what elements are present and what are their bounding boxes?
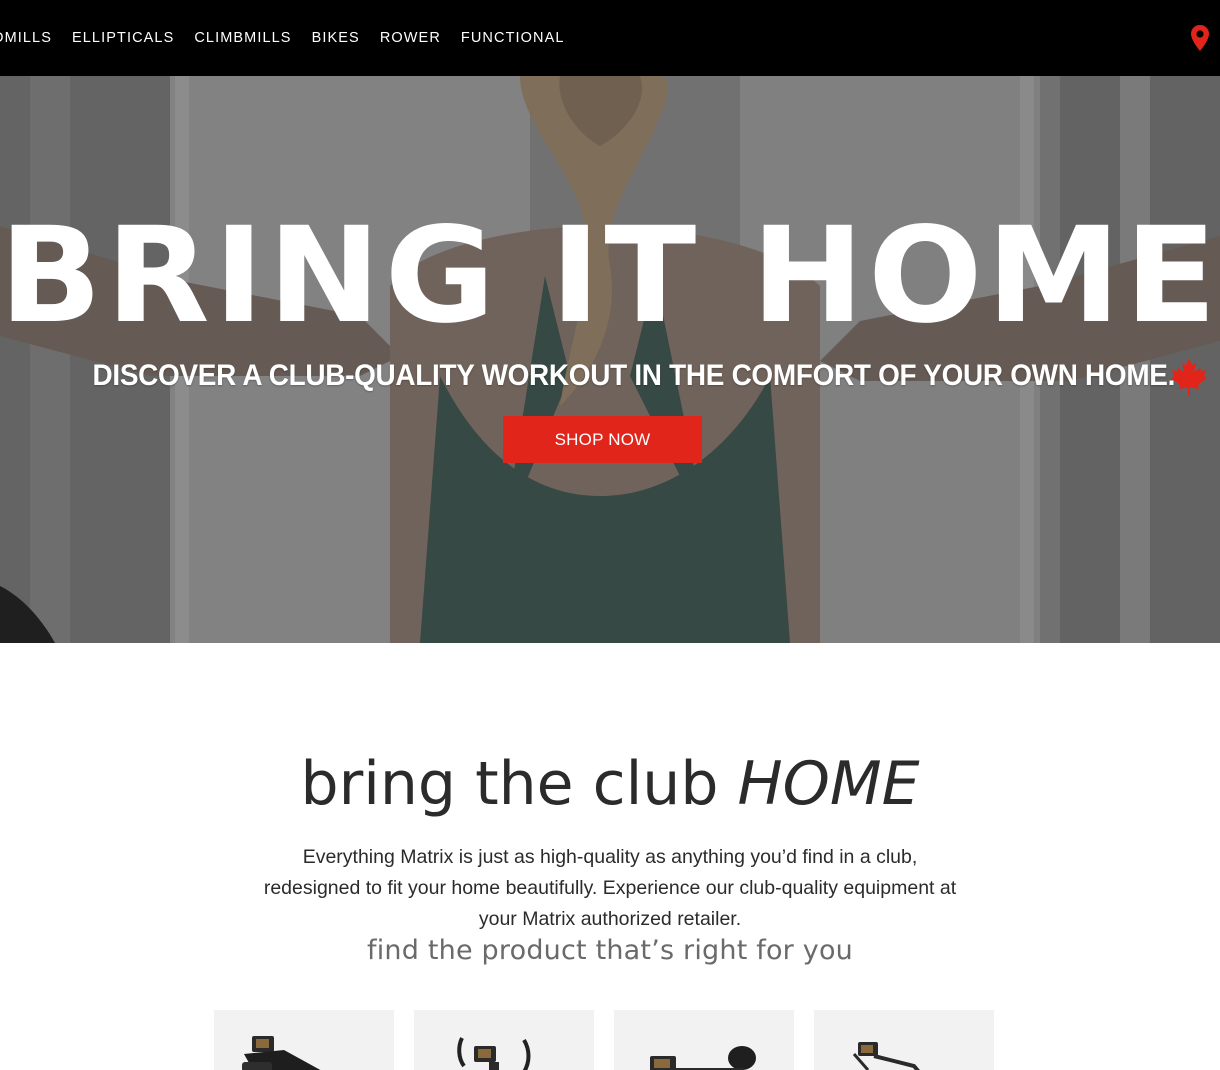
nav-item-treadmills[interactable]: DMILLS	[0, 29, 52, 47]
intro-heading-part1: bring the club	[300, 749, 738, 819]
intro-heading-part2: HOME	[737, 749, 920, 819]
top-nav: DMILLS ELLIPTICALS CLIMBMILLS BIKES ROWE…	[0, 0, 1220, 76]
intro-heading: bring the club HOME	[0, 748, 1220, 820]
hero-banner: BRING IT HOME DISCOVER A CLUB-QUALITY WO…	[0, 76, 1220, 643]
bike-icon	[650, 1046, 756, 1070]
hero-subtitle: DISCOVER A CLUB-QUALITY WORKOUT IN THE C…	[92, 359, 1176, 392]
intro-subheading: find the product that’s right for you	[367, 935, 853, 966]
product-category-row	[214, 1010, 994, 1070]
product-card-treadmill[interactable]	[214, 1010, 394, 1070]
product-card-climbmill[interactable]	[814, 1010, 994, 1070]
shop-now-button[interactable]: SHOP NOW	[503, 416, 702, 463]
product-card-bike[interactable]	[614, 1010, 794, 1070]
elliptical-icon	[457, 1037, 531, 1070]
nav-item-climbmills[interactable]: CLIMBMILLS	[194, 29, 291, 47]
location-pin-icon[interactable]	[1190, 24, 1210, 52]
category-nav: DMILLS ELLIPTICALS CLIMBMILLS BIKES ROWE…	[0, 29, 585, 47]
nav-item-ellipticals[interactable]: ELLIPTICALS	[72, 29, 174, 47]
nav-item-functional[interactable]: FUNCTIONAL	[461, 29, 565, 47]
intro-copy: Everything Matrix is just as high-qualit…	[263, 846, 957, 930]
hero-subtitle-row: DISCOVER A CLUB-QUALITY WORKOUT IN THE C…	[0, 356, 1220, 396]
hero-title: BRING IT HOME	[0, 199, 1220, 353]
treadmill-icon	[242, 1036, 321, 1070]
product-card-elliptical[interactable]	[414, 1010, 594, 1070]
nav-item-bikes[interactable]: BIKES	[312, 29, 360, 47]
nav-item-rower[interactable]: ROWER	[380, 29, 441, 47]
climbmill-icon	[852, 1042, 920, 1070]
